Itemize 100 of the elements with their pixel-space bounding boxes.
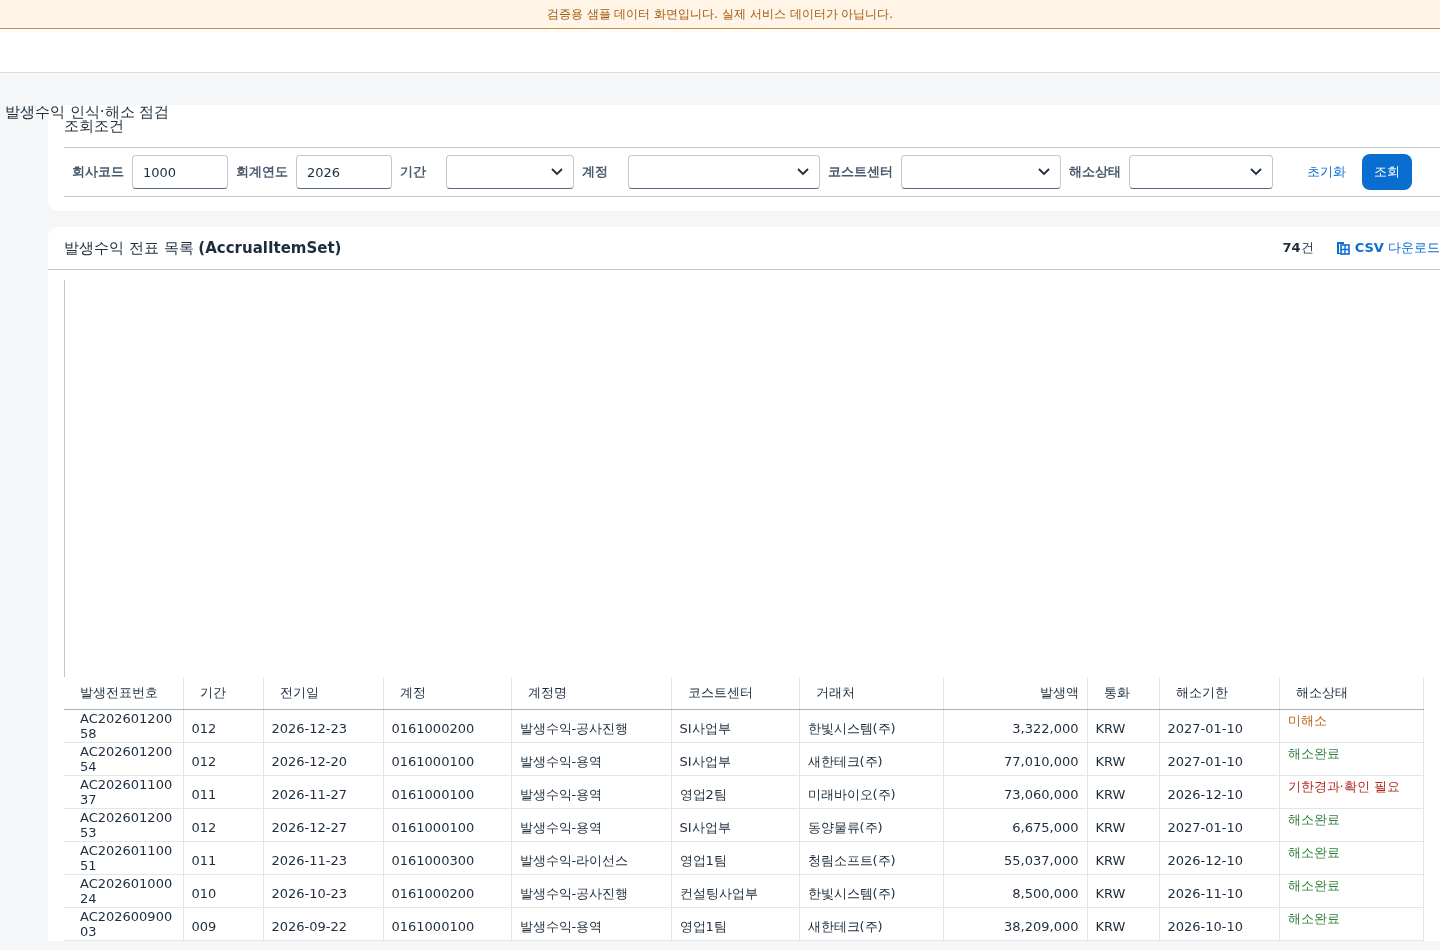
table-cell: 012 bbox=[183, 742, 263, 775]
table-cell: 0161000300 bbox=[383, 841, 511, 874]
field-label: 기간 bbox=[400, 163, 426, 181]
table-cell: SI사업부 bbox=[671, 709, 799, 742]
table-cell: KRW bbox=[1087, 808, 1159, 841]
table-cell: 영업1팀 bbox=[671, 841, 799, 874]
table-cell: 2026-12-10 bbox=[1159, 841, 1279, 874]
table-cell: 한빛시스템(주) bbox=[799, 709, 943, 742]
table-cell: 한빛시스템(주) bbox=[799, 874, 943, 907]
table-cell: 012 bbox=[183, 808, 263, 841]
column-header[interactable]: 통화 bbox=[1087, 677, 1159, 709]
search-button[interactable]: 조회 bbox=[1362, 154, 1412, 190]
table-cell: 0161000200 bbox=[383, 874, 511, 907]
chevron-down-icon bbox=[797, 168, 809, 176]
select-field[interactable] bbox=[446, 155, 574, 189]
column-header[interactable]: 발생액 bbox=[943, 677, 1087, 709]
chevron-down-icon bbox=[1038, 168, 1050, 176]
table-cell: SI사업부 bbox=[671, 742, 799, 775]
table-cell: 0161000200 bbox=[383, 709, 511, 742]
column-header[interactable]: 거래처 bbox=[799, 677, 943, 709]
table-cell: 0161000100 bbox=[383, 907, 511, 940]
table-cell: 0161000100 bbox=[383, 775, 511, 808]
column-header[interactable]: 계정 bbox=[383, 677, 511, 709]
table-cell: 동양물류(주) bbox=[799, 808, 943, 841]
table-cell: KRW bbox=[1087, 874, 1159, 907]
table-cell: KRW bbox=[1087, 841, 1159, 874]
table-cell: 010 bbox=[183, 874, 263, 907]
table-cell: 0161000100 bbox=[383, 808, 511, 841]
status-text: 해소완료 bbox=[1279, 907, 1423, 940]
field-label: 코스트센터 bbox=[828, 163, 893, 181]
status-text: 기한경과·확인 필요 bbox=[1279, 775, 1423, 808]
table-cell: AC202601100 37 bbox=[64, 775, 183, 808]
status-text: 해소완료 bbox=[1279, 808, 1423, 841]
table-cell: KRW bbox=[1087, 742, 1159, 775]
table-cell: 0161000100 bbox=[383, 742, 511, 775]
table-cell: 청림소프트(주) bbox=[799, 841, 943, 874]
table-cell: 2026-09-22 bbox=[263, 907, 383, 940]
status-text: 해소완료 bbox=[1279, 841, 1423, 874]
table-cell: 6,675,000 bbox=[943, 808, 1087, 841]
column-header[interactable]: 기간 bbox=[183, 677, 263, 709]
column-header[interactable]: 발생전표번호 bbox=[64, 677, 183, 709]
field-label: 회사코드 bbox=[72, 163, 124, 181]
table-cell: KRW bbox=[1087, 907, 1159, 940]
page-title: 발생수익 인식·해소 점검 bbox=[5, 103, 170, 121]
table-cell: 2027-01-10 bbox=[1159, 808, 1279, 841]
status-text: 미해소 bbox=[1279, 709, 1423, 742]
csv-download-link[interactable]: CSV 다운로드 bbox=[1333, 239, 1440, 257]
table-cell: 73,060,000 bbox=[943, 775, 1087, 808]
select-field[interactable] bbox=[628, 155, 820, 189]
table-cell: 2026-12-27 bbox=[263, 808, 383, 841]
record-count: 74건 bbox=[1282, 239, 1314, 257]
column-header[interactable]: 코스트센터 bbox=[671, 677, 799, 709]
table-cell: 발생수익-라이선스 bbox=[511, 841, 671, 874]
table-cell: AC202601000 24 bbox=[64, 874, 183, 907]
table-cell: 영업2팀 bbox=[671, 775, 799, 808]
select-field[interactable] bbox=[1129, 155, 1273, 189]
table-cell: SI사업부 bbox=[671, 808, 799, 841]
notice-banner: 검증용 샘플 데이터 화면입니다. 실제 서비스 데이터가 아닙니다. bbox=[0, 0, 1440, 29]
chevron-down-icon bbox=[1250, 168, 1262, 176]
field-label: 해소상태 bbox=[1069, 163, 1121, 181]
table-cell: AC202600900 03 bbox=[64, 907, 183, 940]
table-cell: 8,500,000 bbox=[943, 874, 1087, 907]
column-header[interactable]: 계정명 bbox=[511, 677, 671, 709]
column-header[interactable]: 해소기한 bbox=[1159, 677, 1279, 709]
table-cell: 발생수익-용역 bbox=[511, 907, 671, 940]
column-header[interactable]: 전기일 bbox=[263, 677, 383, 709]
table-cell: 새한테크(주) bbox=[799, 742, 943, 775]
table-cell: 011 bbox=[183, 775, 263, 808]
field-label: 계정 bbox=[582, 163, 608, 181]
table-cell: 012 bbox=[183, 709, 263, 742]
select-field[interactable] bbox=[901, 155, 1061, 189]
table-cell: 3,322,000 bbox=[943, 709, 1087, 742]
column-header[interactable]: 해소상태 bbox=[1279, 677, 1423, 709]
table-cell: 2026-11-23 bbox=[263, 841, 383, 874]
list-title: 발생수익 전표 목록 (AccrualItemSet) bbox=[64, 238, 343, 258]
table-cell: KRW bbox=[1087, 775, 1159, 808]
table-cell: 발생수익-용역 bbox=[511, 808, 671, 841]
table-cell: 발생수익-용역 bbox=[511, 742, 671, 775]
table-cell: 2026-10-23 bbox=[263, 874, 383, 907]
table-cell: 009 bbox=[183, 907, 263, 940]
table-cell: AC202601200 58 bbox=[64, 709, 183, 742]
field-label: 회계연도 bbox=[236, 163, 288, 181]
status-text: 해소완료 bbox=[1279, 874, 1423, 907]
table-cell: 55,037,000 bbox=[943, 841, 1087, 874]
table-cell: 발생수익-공사진행 bbox=[511, 709, 671, 742]
reset-button[interactable]: 초기화 bbox=[1299, 157, 1354, 187]
table-cell: 2026-12-23 bbox=[263, 709, 383, 742]
table-cell: 새한테크(주) bbox=[799, 907, 943, 940]
table-cell: AC202601200 54 bbox=[64, 742, 183, 775]
table-cell: 2026-11-10 bbox=[1159, 874, 1279, 907]
table-cell: 77,010,000 bbox=[943, 742, 1087, 775]
table-cell: KRW bbox=[1087, 709, 1159, 742]
table-cell: 미래바이오(주) bbox=[799, 775, 943, 808]
status-text: 해소완료 bbox=[1279, 742, 1423, 775]
table-cell: 38,209,000 bbox=[943, 907, 1087, 940]
table-cell: 2026-12-20 bbox=[263, 742, 383, 775]
input-field[interactable]: 1000 bbox=[132, 155, 228, 189]
input-field[interactable]: 2026 bbox=[296, 155, 392, 189]
table-cell: 011 bbox=[183, 841, 263, 874]
table-cell: 2026-12-10 bbox=[1159, 775, 1279, 808]
